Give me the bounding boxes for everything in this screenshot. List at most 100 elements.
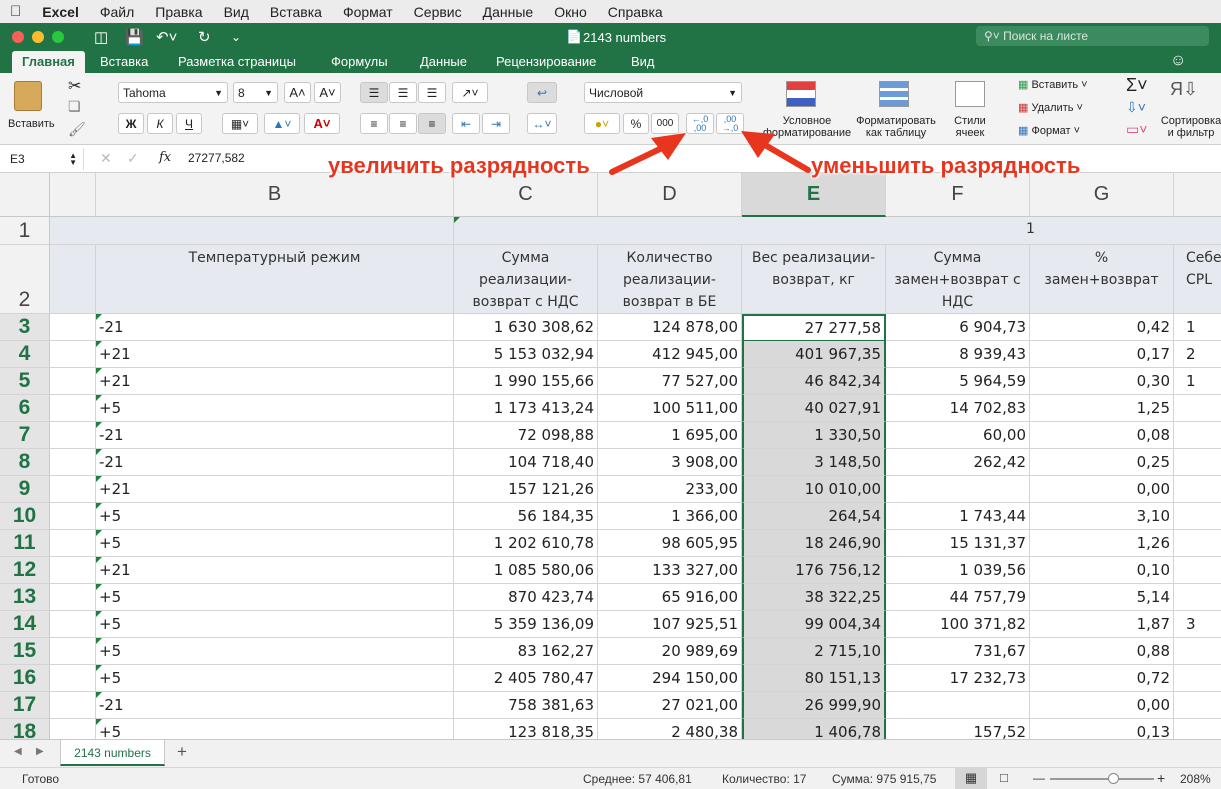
table-cell-c[interactable]: 1 173 413,24 — [454, 395, 598, 422]
table-cell-b[interactable]: +5 — [96, 665, 454, 692]
table-cell-f[interactable] — [886, 476, 1030, 503]
zoom-window-button[interactable] — [52, 31, 64, 43]
name-box[interactable]: E3 ▲ ▼ — [4, 148, 84, 170]
table-cell-e[interactable]: 264,54 — [742, 503, 886, 530]
table-cell-a[interactable] — [50, 584, 96, 611]
conditional-format-icon[interactable] — [786, 81, 816, 107]
align-left-button[interactable]: ≡ — [360, 113, 388, 134]
table-cell-a[interactable] — [50, 692, 96, 719]
table-cell-e[interactable]: 3 148,50 — [742, 449, 886, 476]
increase-indent-button[interactable]: ⇥ — [482, 113, 510, 134]
table-cell-d[interactable]: 2 480,38 — [598, 719, 742, 739]
align-right-button[interactable]: ≡ — [418, 113, 446, 134]
row-header[interactable]: 16 — [0, 665, 50, 692]
decrease-decimal-button[interactable]: ,00 →,0 — [716, 113, 744, 134]
table-cell-e[interactable]: 18 246,90 — [742, 530, 886, 557]
table-cell-b[interactable]: +5 — [96, 638, 454, 665]
table-cell-b[interactable]: +5 — [96, 395, 454, 422]
table-cell-g[interactable]: 3,10 — [1030, 503, 1174, 530]
column-header-g[interactable]: G — [1030, 173, 1174, 217]
tab-formulas[interactable]: Формулы — [331, 54, 388, 69]
zoom-slider-thumb[interactable] — [1108, 773, 1119, 784]
row-header-2[interactable]: 2 — [0, 245, 50, 314]
table-cell-b[interactable]: +21 — [96, 341, 454, 368]
format-as-table-icon[interactable] — [879, 81, 909, 107]
quick-access-more-icon[interactable]: ⌄ — [231, 30, 241, 44]
table-cell-a[interactable] — [50, 638, 96, 665]
align-middle-button[interactable]: ☰ — [389, 82, 417, 103]
row-header[interactable]: 3 — [0, 314, 50, 341]
apple-icon[interactable]:  — [10, 3, 21, 20]
paste-icon[interactable] — [14, 81, 42, 111]
table-cell-e[interactable]: 176 756,12 — [742, 557, 886, 584]
fill-icon[interactable]: ⇩˅ — [1126, 99, 1146, 116]
table-cell-h[interactable] — [1174, 557, 1221, 584]
table-cell-a[interactable] — [50, 530, 96, 557]
table-cell-d[interactable]: 65 916,00 — [598, 584, 742, 611]
table-cell-g[interactable]: 1,25 — [1030, 395, 1174, 422]
table-cell-c[interactable]: 758 381,63 — [454, 692, 598, 719]
grow-font-button[interactable]: A˄ — [284, 82, 311, 103]
row-header-1[interactable]: 1 — [0, 217, 50, 245]
row1-merged-cell[interactable]: 1 — [454, 217, 1221, 245]
table-cell-h[interactable] — [1174, 530, 1221, 557]
table-cell-f[interactable]: 17 232,73 — [886, 665, 1030, 692]
zoom-slider[interactable] — [1050, 773, 1154, 784]
font-name-select[interactable]: Tahoma ▼ — [118, 82, 228, 103]
table-cell-f[interactable]: 5 964,59 — [886, 368, 1030, 395]
table-cell-g[interactable]: 0,10 — [1030, 557, 1174, 584]
table-cell-g[interactable]: 0,88 — [1030, 638, 1174, 665]
table-cell-c[interactable]: 157 121,26 — [454, 476, 598, 503]
table-cell-f[interactable]: 262,42 — [886, 449, 1030, 476]
zoom-out-icon[interactable]: — — [1033, 771, 1045, 785]
tab-review[interactable]: Рецензирование — [496, 54, 596, 69]
table-cell-d[interactable]: 100 511,00 — [598, 395, 742, 422]
menu-window[interactable]: Окно — [554, 4, 587, 20]
autosum-icon[interactable]: Σ˅ — [1126, 75, 1148, 96]
row-header[interactable]: 17 — [0, 692, 50, 719]
table-cell-f[interactable]: 44 757,79 — [886, 584, 1030, 611]
table-cell-c[interactable]: 83 162,27 — [454, 638, 598, 665]
row-header[interactable]: 12 — [0, 557, 50, 584]
table-cell-b[interactable]: +21 — [96, 368, 454, 395]
align-bottom-button[interactable]: ☰ — [418, 82, 446, 103]
column-a-header[interactable] — [50, 173, 96, 217]
table-cell-c[interactable]: 2 405 780,47 — [454, 665, 598, 692]
row-header[interactable]: 11 — [0, 530, 50, 557]
menu-format[interactable]: Формат — [343, 4, 393, 20]
tab-view[interactable]: Вид — [631, 54, 655, 69]
table-cell-d[interactable]: 412 945,00 — [598, 341, 742, 368]
table-cell-g[interactable]: 1,26 — [1030, 530, 1174, 557]
table-cell-g[interactable]: 0,30 — [1030, 368, 1174, 395]
minimize-window-button[interactable] — [32, 31, 44, 43]
table-cell-g[interactable]: 1,87 — [1030, 611, 1174, 638]
table-cell-f[interactable]: 100 371,82 — [886, 611, 1030, 638]
spreadsheet-grid[interactable]: B C D E F G 1 1 2 Температурный режим Су… — [0, 173, 1221, 739]
table-cell-f[interactable]: 1 039,56 — [886, 557, 1030, 584]
header-cell-a[interactable] — [50, 245, 96, 314]
row-header[interactable]: 14 — [0, 611, 50, 638]
table-cell-b[interactable]: +5 — [96, 530, 454, 557]
header-cell-sales-sum[interactable]: Сумма реализации-возврат с НДС — [454, 245, 598, 314]
table-cell-b[interactable]: +5 — [96, 611, 454, 638]
menu-insert[interactable]: Вставка — [270, 4, 322, 20]
table-cell-a[interactable] — [50, 341, 96, 368]
add-sheet-button[interactable]: + — [177, 742, 187, 762]
menu-help[interactable]: Справка — [608, 4, 663, 20]
percent-button[interactable]: % — [623, 113, 649, 134]
table-cell-d[interactable]: 107 925,51 — [598, 611, 742, 638]
thousands-separator-button[interactable]: 000 — [651, 113, 679, 134]
header-cell-sales-qty[interactable]: Количество реализации-возврат в БЕ — [598, 245, 742, 314]
row-header[interactable]: 9 — [0, 476, 50, 503]
select-all-corner[interactable] — [0, 173, 50, 217]
table-cell-h[interactable]: 2 — [1174, 341, 1221, 368]
table-cell-e[interactable]: 1 406,78 — [742, 719, 886, 739]
table-cell-e[interactable]: 401 967,35 — [742, 341, 886, 368]
menu-tools[interactable]: Сервис — [414, 4, 462, 20]
menu-edit[interactable]: Правка — [155, 4, 202, 20]
table-cell-a[interactable] — [50, 557, 96, 584]
table-cell-c[interactable]: 104 718,40 — [454, 449, 598, 476]
sidebar-toggle-icon[interactable]: ◫ — [94, 28, 108, 46]
table-cell-g[interactable]: 0,08 — [1030, 422, 1174, 449]
table-cell-c[interactable]: 123 818,35 — [454, 719, 598, 739]
